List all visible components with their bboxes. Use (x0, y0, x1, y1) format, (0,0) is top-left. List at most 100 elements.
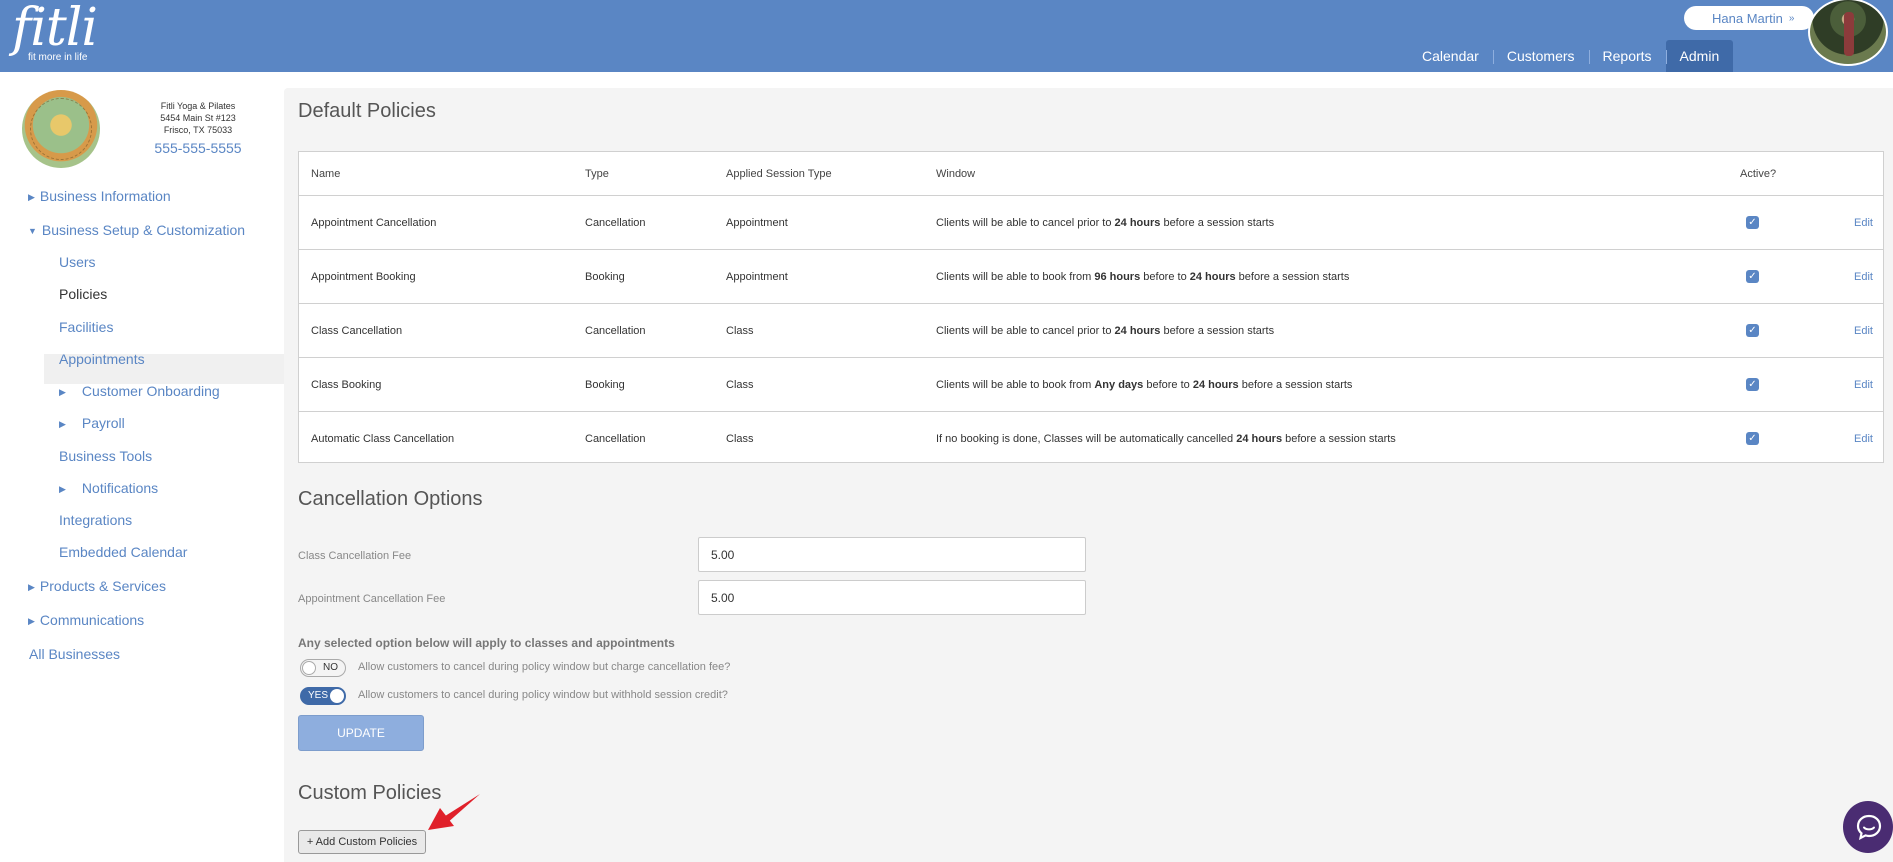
policy-window: Clients will be able to cancel prior to … (936, 196, 1274, 250)
caret-right-icon: ▶ (28, 582, 35, 592)
active-checkbox[interactable]: ✓ (1746, 216, 1759, 229)
sidebar: Fitli Yoga & Pilates 5454 Main St #123 F… (0, 72, 284, 862)
sidebar-item-facilities[interactable]: Facilities (59, 319, 113, 335)
sidebar-item-appointments[interactable]: Appointments (59, 351, 145, 367)
withhold-credit-option-label: Allow customers to cancel during policy … (358, 689, 728, 701)
policy-type: Cancellation (585, 217, 646, 229)
table-row: Class Cancellation Cancellation Class Cl… (299, 303, 1883, 357)
class-fee-input[interactable] (698, 537, 1086, 572)
policy-name: Class Booking (311, 379, 382, 391)
sidebar-item-policies[interactable]: Policies (59, 286, 107, 302)
active-checkbox[interactable]: ✓ (1746, 270, 1759, 283)
business-address-line1: 5454 Main St #123 (160, 113, 236, 123)
window-text: before a session starts (1160, 325, 1275, 337)
sidebar-item-payroll[interactable]: ▶ Payroll (59, 415, 125, 431)
window-text: before to (1143, 379, 1193, 391)
table-row: Automatic Class Cancellation Cancellatio… (299, 411, 1883, 465)
chevron-down-icon: » (1788, 12, 1795, 24)
business-logo (22, 90, 100, 168)
sidebar-item-communications[interactable]: ▶ Communications (28, 612, 144, 628)
window-value: 24 hours (1114, 325, 1161, 337)
table-row: Appointment Cancellation Cancellation Ap… (299, 195, 1883, 249)
window-text: Clients will be able to book from (936, 271, 1095, 283)
charge-fee-toggle[interactable]: NO (300, 659, 346, 677)
sidebar-item-all-businesses[interactable]: All Businesses (29, 646, 120, 662)
policy-type: Cancellation (585, 433, 646, 445)
options-note: Any selected option below will apply to … (298, 636, 675, 650)
business-info: Fitli Yoga & Pilates 5454 Main St #123 F… (138, 100, 258, 157)
edit-link[interactable]: Edit (1854, 196, 1873, 250)
nav-admin[interactable]: Admin (1665, 40, 1734, 72)
toggle-state: YES (308, 690, 329, 701)
window-value: 96 hours (1094, 271, 1141, 283)
window-value: Any days (1094, 379, 1144, 391)
cancellation-options-title: Cancellation Options (298, 488, 483, 510)
window-text: before a session starts (1238, 379, 1353, 391)
window-value: 24 hours (1114, 217, 1161, 229)
sidebar-item-customer-onboarding[interactable]: ▶ Customer Onboarding (59, 383, 220, 399)
sidebar-item-label: Products & Services (39, 578, 166, 594)
nav-calendar[interactable]: Calendar (1408, 40, 1493, 72)
sidebar-item-label: Communications (39, 612, 145, 628)
chat-launcher-button[interactable] (1843, 801, 1893, 853)
sidebar-item-embedded-calendar[interactable]: Embedded Calendar (59, 544, 187, 560)
fitli-logo[interactable]: fitli fit more in life (12, 0, 98, 63)
withhold-credit-toggle[interactable]: YES (300, 687, 346, 705)
sidebar-item-label: Customer Onboarding (81, 383, 220, 399)
sidebar-item-business-information[interactable]: ▶ Business Information (28, 188, 171, 204)
main-content: Default Policies Name Type Applied Sessi… (284, 88, 1893, 862)
user-menu-button[interactable]: Hana Martin » (1684, 6, 1814, 30)
class-fee-label: Class Cancellation Fee (298, 550, 412, 562)
default-policies-title: Default Policies (298, 100, 436, 122)
policy-session-type: Class (726, 379, 754, 391)
table-row: Class Booking Booking Class Clients will… (299, 357, 1883, 411)
window-value: 24 hours (1189, 271, 1236, 283)
sidebar-item-label: Business Setup & Customization (41, 222, 246, 238)
edit-link[interactable]: Edit (1854, 358, 1873, 412)
window-value: 24 hours (1192, 379, 1239, 391)
sidebar-item-integrations[interactable]: Integrations (59, 512, 132, 528)
caret-right-icon: ▶ (59, 419, 66, 429)
sidebar-item-notifications[interactable]: ▶ Notifications (59, 480, 158, 496)
logo-ring (30, 98, 92, 160)
nav-reports[interactable]: Reports (1588, 40, 1666, 72)
table-row: Appointment Booking Booking Appointment … (299, 249, 1883, 303)
top-bar: fitli fit more in life Hana Martin » Cal… (0, 0, 1893, 72)
business-address-line2: Frisco, TX 75033 (163, 125, 233, 135)
user-name: Hana Martin (1712, 10, 1783, 26)
sidebar-item-business-tools[interactable]: Business Tools (59, 448, 152, 464)
active-checkbox[interactable]: ✓ (1746, 324, 1759, 337)
policy-window: If no booking is done, Classes will be a… (936, 412, 1396, 466)
sidebar-item-label: Payroll (81, 415, 125, 431)
edit-link[interactable]: Edit (1854, 412, 1873, 466)
caret-right-icon: ▶ (28, 192, 35, 202)
edit-link[interactable]: Edit (1854, 304, 1873, 358)
logo-wordmark: fitli (12, 0, 98, 58)
active-checkbox[interactable]: ✓ (1746, 432, 1759, 445)
active-checkbox[interactable]: ✓ (1746, 378, 1759, 391)
nav-customers[interactable]: Customers (1492, 40, 1589, 72)
red-arrow-annotation-icon (428, 794, 480, 830)
sidebar-item-products-services[interactable]: ▶ Products & Services (28, 578, 166, 594)
sidebar-item-business-setup[interactable]: ▼ Business Setup & Customization (28, 222, 245, 238)
avatar-figure (1844, 12, 1854, 56)
col-type: Type (585, 168, 609, 180)
toggle-knob (330, 689, 344, 703)
appointment-fee-input[interactable] (698, 580, 1086, 615)
toggle-knob (302, 661, 316, 675)
policy-session-type: Class (726, 325, 754, 337)
business-phone[interactable]: 555-555-5555 (138, 139, 258, 157)
chat-icon (1856, 814, 1882, 840)
window-text: Clients will be able to cancel prior to (936, 325, 1115, 337)
add-custom-policies-button[interactable]: + Add Custom Policies (298, 830, 426, 854)
custom-policies-title: Custom Policies (298, 782, 442, 804)
policy-name: Appointment Cancellation (311, 217, 437, 229)
update-button[interactable]: UPDATE (298, 715, 424, 751)
edit-link[interactable]: Edit (1854, 250, 1873, 304)
policy-name: Automatic Class Cancellation (311, 433, 455, 445)
policy-type: Cancellation (585, 325, 646, 337)
caret-right-icon: ▶ (59, 387, 66, 397)
sidebar-item-users[interactable]: Users (59, 254, 96, 270)
avatar[interactable] (1808, 0, 1888, 66)
window-text: before a session starts (1235, 271, 1350, 283)
